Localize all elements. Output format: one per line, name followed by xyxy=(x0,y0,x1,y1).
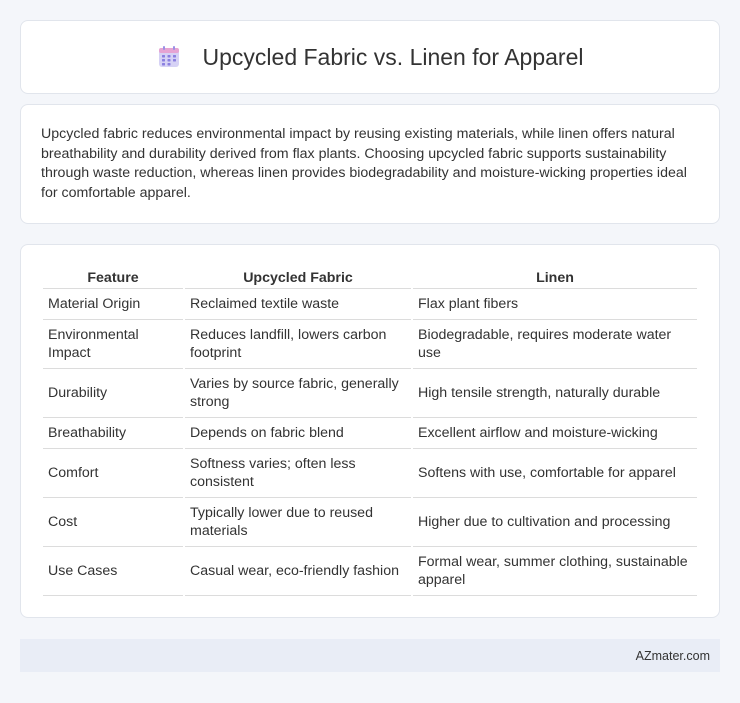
table-row: Environmental Impact Reduces landfill, l… xyxy=(43,320,697,369)
upcycled-cell: Typically lower due to reused materials xyxy=(185,498,411,547)
linen-cell: Excellent airflow and moisture-wicking xyxy=(413,418,697,449)
column-header-upcycled-fabric: Upcycled Fabric xyxy=(185,265,411,289)
table-row: Breathability Depends on fabric blend Ex… xyxy=(43,418,697,449)
feature-cell: Comfort xyxy=(43,449,183,498)
upcycled-cell: Depends on fabric blend xyxy=(185,418,411,449)
feature-cell: Cost xyxy=(43,498,183,547)
footer-site-link[interactable]: AZmater.com xyxy=(636,649,710,663)
table-row: Material Origin Reclaimed textile waste … xyxy=(43,289,697,320)
linen-cell: Biodegradable, requires moderate water u… xyxy=(413,320,697,369)
footer: AZmater.com xyxy=(20,639,720,672)
page-title: Upcycled Fabric vs. Linen for Apparel xyxy=(202,43,584,70)
table-row: Durability Varies by source fabric, gene… xyxy=(43,369,697,418)
table-row: Cost Typically lower due to reused mater… xyxy=(43,498,697,547)
description-text: Upcycled fabric reduces environmental im… xyxy=(41,126,687,201)
feature-cell: Material Origin xyxy=(43,289,183,320)
description-card: Upcycled fabric reduces environmental im… xyxy=(20,104,720,224)
upcycled-cell: Varies by source fabric, generally stron… xyxy=(185,369,411,418)
column-header-linen: Linen xyxy=(413,265,697,289)
linen-cell: Higher due to cultivation and processing xyxy=(413,498,697,547)
comparison-table-card: Feature Upcycled Fabric Linen Material O… xyxy=(20,244,720,618)
linen-cell: Softens with use, comfortable for appare… xyxy=(413,449,697,498)
title-card: Upcycled Fabric vs. Linen for Apparel xyxy=(20,20,720,94)
upcycled-cell: Casual wear, eco-friendly fashion xyxy=(185,547,411,596)
feature-cell: Use Cases xyxy=(43,547,183,596)
upcycled-cell: Reclaimed textile waste xyxy=(185,289,411,320)
linen-cell: Flax plant fibers xyxy=(413,289,697,320)
column-header-feature: Feature xyxy=(43,265,183,289)
table-row: Comfort Softness varies; often less cons… xyxy=(43,449,697,498)
upcycled-cell: Softness varies; often less consistent xyxy=(185,449,411,498)
calendar-icon xyxy=(157,45,181,69)
feature-cell: Environmental Impact xyxy=(43,320,183,369)
linen-cell: High tensile strength, naturally durable xyxy=(413,369,697,418)
comparison-table: Feature Upcycled Fabric Linen Material O… xyxy=(41,265,699,596)
table-header-row: Feature Upcycled Fabric Linen xyxy=(43,265,697,289)
feature-cell: Breathability xyxy=(43,418,183,449)
linen-cell: Formal wear, summer clothing, sustainabl… xyxy=(413,547,697,596)
table-row: Use Cases Casual wear, eco-friendly fash… xyxy=(43,547,697,596)
upcycled-cell: Reduces landfill, lowers carbon footprin… xyxy=(185,320,411,369)
feature-cell: Durability xyxy=(43,369,183,418)
